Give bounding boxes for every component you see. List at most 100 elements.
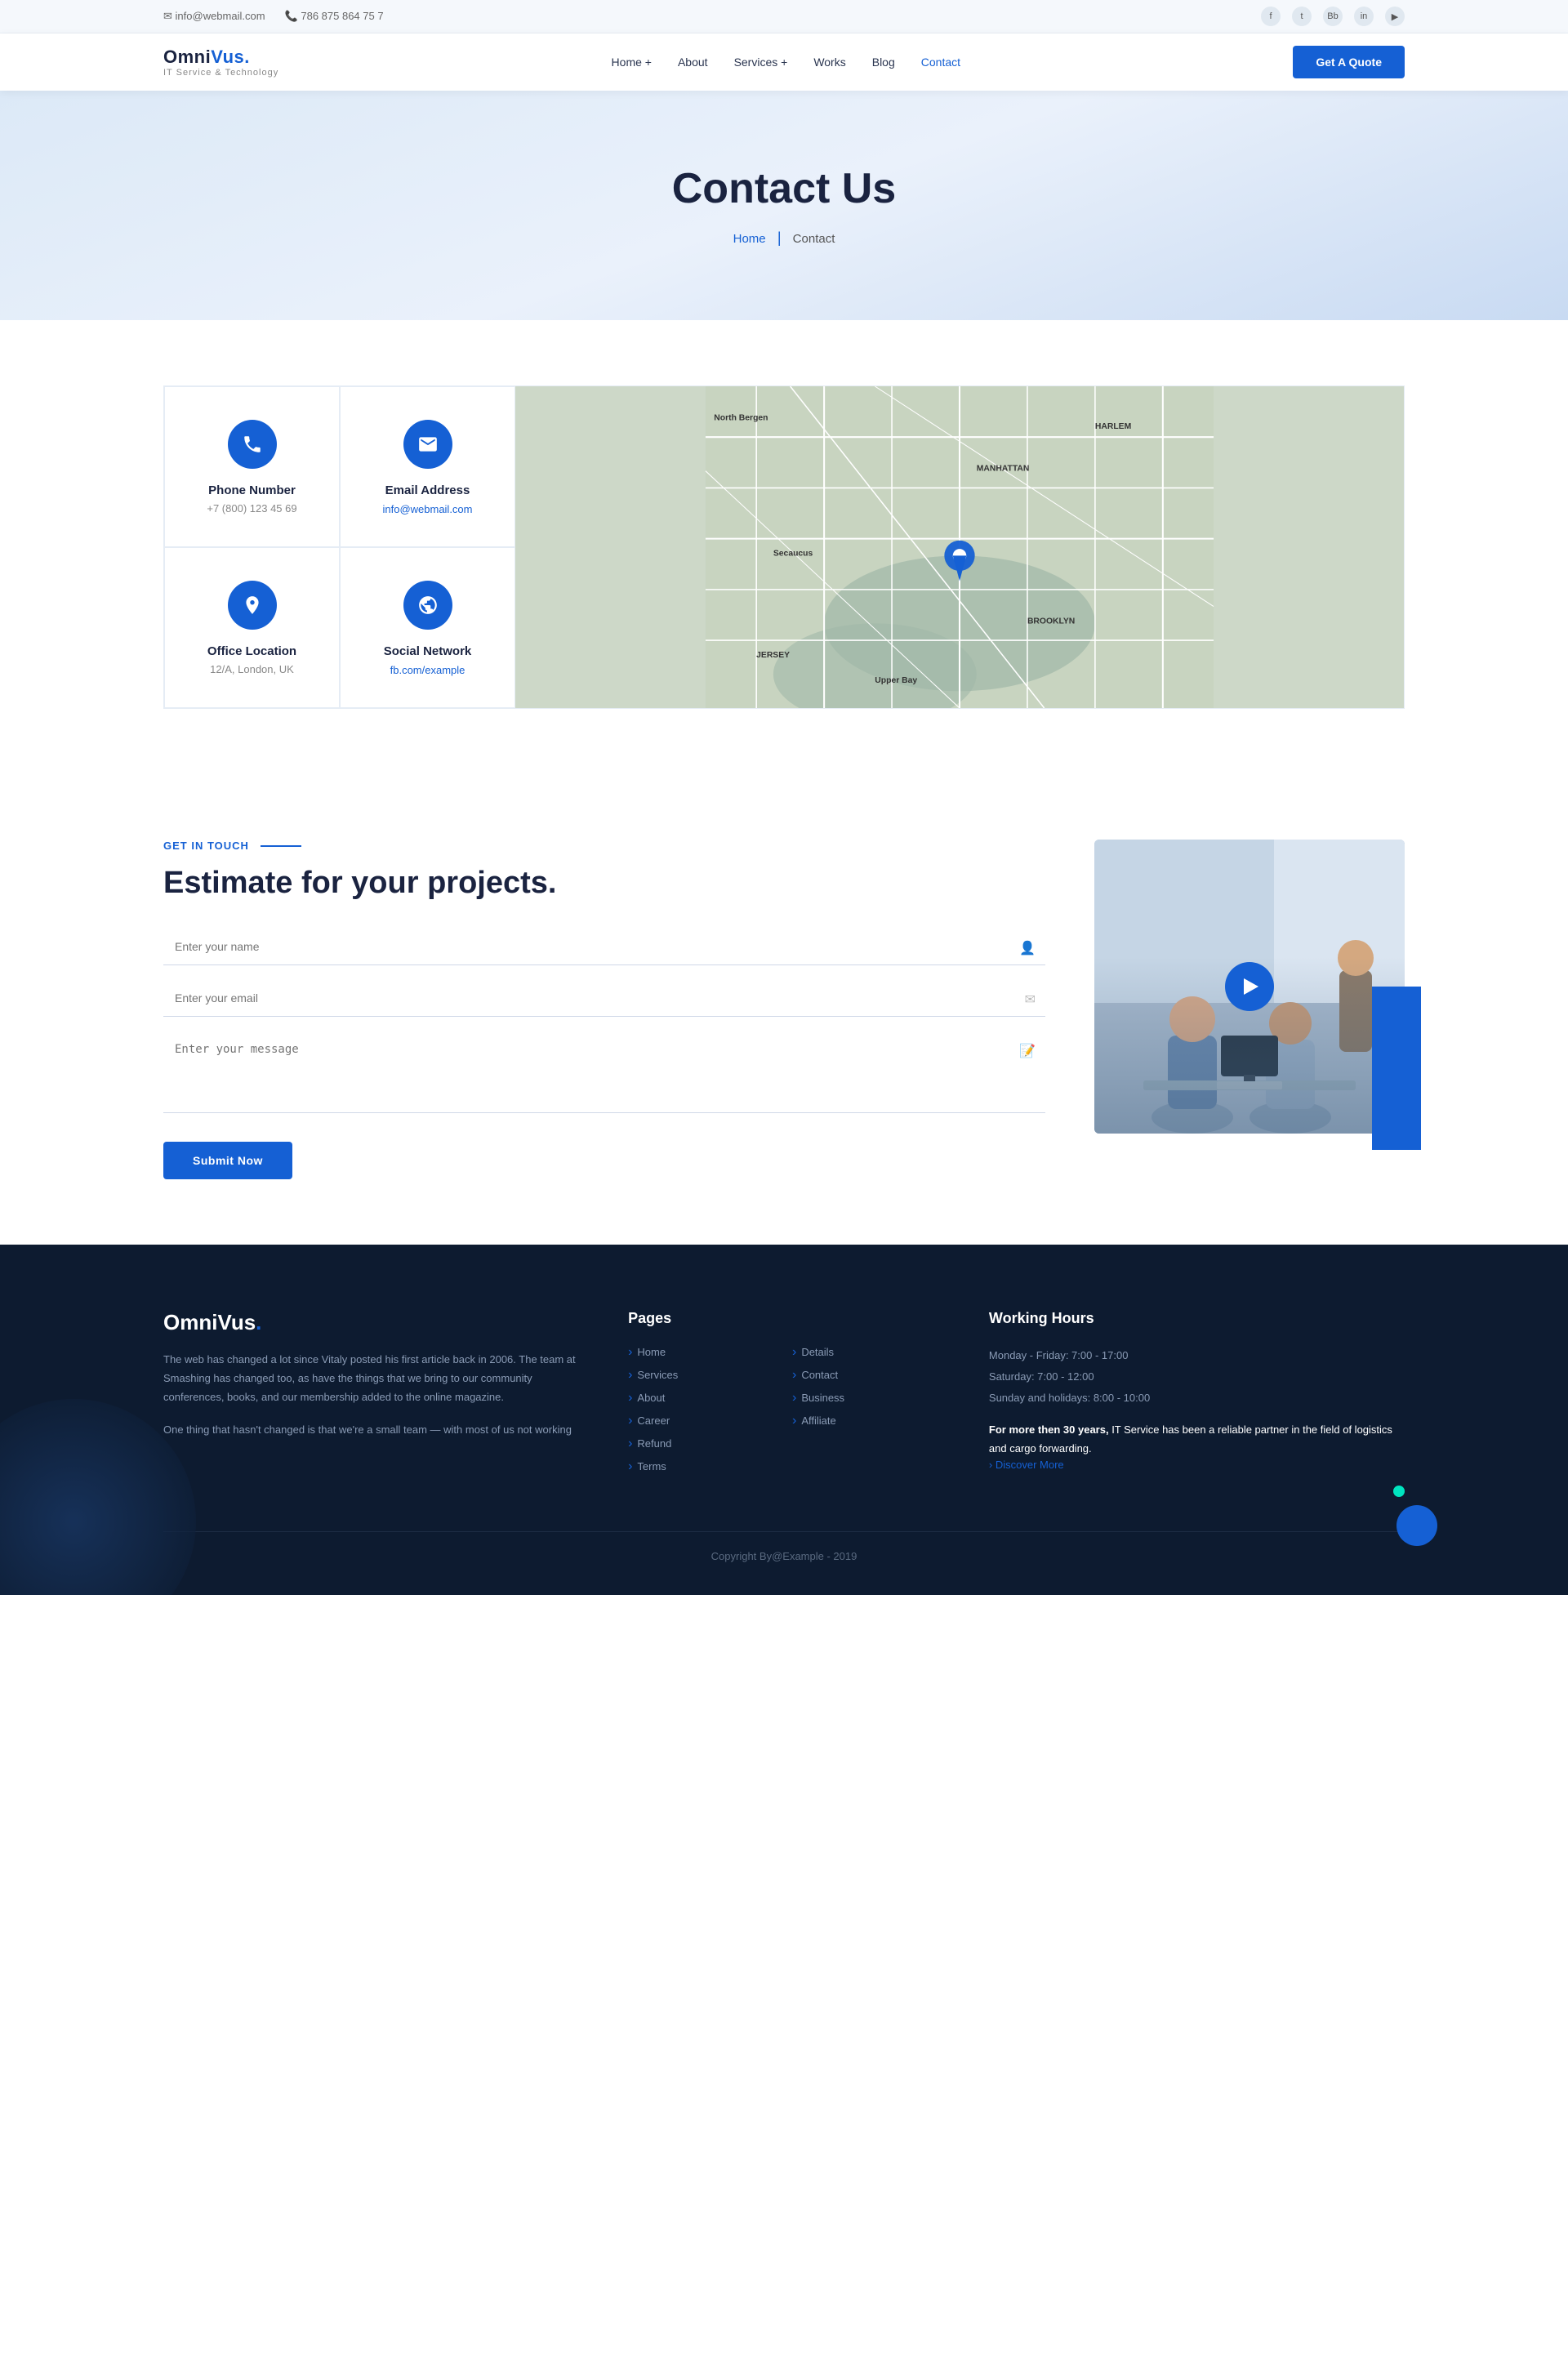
email-card-title: Email Address	[360, 483, 495, 497]
get-quote-button[interactable]: Get A Quote	[1293, 46, 1405, 78]
svg-text:BROOKLYN: BROOKLYN	[1027, 617, 1075, 626]
email-icon	[417, 434, 439, 455]
globe-icon	[417, 595, 439, 616]
play-button[interactable]	[1225, 962, 1274, 1011]
top-bar-contact: ✉ info@webmail.com 📞 786 875 864 75 7	[163, 10, 384, 23]
footer-link-business[interactable]: Business	[792, 1391, 940, 1406]
estimate-form-side: Get In Touch Estimate for your projects.…	[163, 840, 1045, 1179]
estimate-inner: Get In Touch Estimate for your projects.…	[163, 840, 1405, 1179]
linkedin-icon[interactable]: in	[1354, 7, 1374, 26]
footer-pages: Pages Home Services About Career Refund …	[628, 1310, 940, 1482]
message-input[interactable]	[163, 1031, 1045, 1113]
map-svg: MANHATTAN Secaucus BROOKLYN JERSEY Upper…	[515, 386, 1404, 708]
svg-text:JERSEY: JERSEY	[756, 651, 790, 660]
footer-links-grid: Home Services About Career Refund Terms …	[628, 1345, 940, 1482]
footer-link-career[interactable]: Career	[628, 1414, 776, 1428]
list-item: Refund	[628, 1437, 776, 1451]
office-card: Office Location 12/A, London, UK	[164, 547, 340, 708]
footer-link-services[interactable]: Services	[628, 1368, 776, 1383]
phone-card-value: +7 (800) 123 45 69	[185, 502, 319, 515]
svg-text:MANHATTAN: MANHATTAN	[977, 465, 1030, 474]
footer-link-affiliate[interactable]: Affiliate	[792, 1414, 940, 1428]
office-card-title: Office Location	[185, 644, 319, 658]
footer-link-contact[interactable]: Contact	[792, 1368, 940, 1383]
team-image	[1094, 840, 1405, 1134]
name-field-wrap: 👤	[163, 929, 1045, 965]
footer-link-refund[interactable]: Refund	[628, 1437, 776, 1451]
footer-link-terms[interactable]: Terms	[628, 1459, 776, 1474]
nav-contact[interactable]: Contact	[921, 56, 960, 69]
email-card-value[interactable]: info@webmail.com	[382, 503, 472, 515]
office-icon-circle	[228, 581, 277, 630]
footer-bottom: Copyright By@Example - 2019	[163, 1531, 1405, 1562]
footer-link-about[interactable]: About	[628, 1391, 776, 1406]
footer-link-home[interactable]: Home	[628, 1345, 776, 1360]
footer: OmniVus. The web has changed a lot since…	[0, 1245, 1568, 1595]
svg-text:Upper Bay: Upper Bay	[875, 676, 917, 685]
footer-links-col2: Details Contact Business Affiliate	[792, 1345, 940, 1482]
hours-mon-fri: Monday - Friday: 7:00 - 17:00	[989, 1345, 1405, 1366]
footer-logo: OmniVus.	[163, 1310, 579, 1335]
twitter-icon[interactable]: t	[1292, 7, 1312, 26]
footer-link-details[interactable]: Details	[792, 1345, 940, 1360]
message-icon: 📝	[1019, 1043, 1036, 1059]
list-item: About	[628, 1391, 776, 1406]
email-card: Email Address info@webmail.com	[340, 386, 515, 547]
list-item: Services	[628, 1368, 776, 1383]
email-info: ✉ info@webmail.com	[163, 10, 265, 23]
footer-blue-dot	[1396, 1505, 1437, 1546]
copyright: Copyright By@Example - 2019	[711, 1550, 858, 1562]
logo: OmniVus. IT Service & Technology	[163, 47, 278, 78]
discover-more-link[interactable]: › Discover More	[989, 1459, 1064, 1471]
breadcrumb: Home | Contact	[0, 229, 1568, 247]
name-input[interactable]	[163, 929, 1045, 965]
contact-cards-grid: Phone Number +7 (800) 123 45 69 Email Ad…	[164, 386, 515, 708]
top-bar: ✉ info@webmail.com 📞 786 875 864 75 7 f …	[0, 0, 1568, 33]
facebook-icon[interactable]: f	[1261, 7, 1281, 26]
svg-text:Secaucus: Secaucus	[773, 549, 813, 558]
social-icon-circle	[403, 581, 452, 630]
behance-icon[interactable]: Bb	[1323, 7, 1343, 26]
footer-brand: OmniVus. The web has changed a lot since…	[163, 1310, 579, 1482]
email-field-icon: ✉	[1025, 991, 1036, 1008]
nav-works[interactable]: Works	[813, 56, 845, 69]
location-icon	[242, 595, 263, 616]
nav-blog[interactable]: Blog	[872, 56, 895, 69]
footer-desc-1: The web has changed a lot since Vitaly p…	[163, 1350, 579, 1407]
list-item: Terms	[628, 1459, 776, 1474]
svg-text:HARLEM: HARLEM	[1095, 422, 1131, 431]
social-card-value[interactable]: fb.com/example	[390, 664, 466, 676]
logo-name: OmniVus.	[163, 47, 278, 68]
footer-hours: Working Hours Monday - Friday: 7:00 - 17…	[989, 1310, 1405, 1482]
submit-button[interactable]: Submit Now	[163, 1142, 292, 1179]
footer-pages-title: Pages	[628, 1310, 940, 1327]
map-container: MANHATTAN Secaucus BROOKLYN JERSEY Upper…	[515, 386, 1404, 708]
social-links: f t Bb in ▶	[1261, 7, 1405, 26]
contact-section: Phone Number +7 (800) 123 45 69 Email Ad…	[0, 320, 1568, 774]
phone-icon-circle	[228, 420, 277, 469]
social-card-title: Social Network	[360, 644, 495, 658]
youtube-icon[interactable]: ▶	[1385, 7, 1405, 26]
footer-links-col1: Home Services About Career Refund Terms	[628, 1345, 776, 1482]
message-field-wrap: 📝	[163, 1031, 1045, 1117]
email-icon: ✉	[163, 10, 172, 22]
footer-desc-2: One thing that hasn't changed is that we…	[163, 1420, 579, 1439]
list-item: Contact	[792, 1368, 940, 1383]
office-card-value: 12/A, London, UK	[185, 663, 319, 675]
user-icon: 👤	[1019, 940, 1036, 956]
section-tag: Get In Touch	[163, 840, 1045, 852]
email-input[interactable]	[163, 980, 1045, 1017]
breadcrumb-home[interactable]: Home	[733, 232, 766, 246]
nav-services[interactable]: Services +	[734, 56, 788, 69]
footer-grid: OmniVus. The web has changed a lot since…	[163, 1310, 1405, 1482]
phone-icon: 📞	[285, 10, 298, 22]
nav-home[interactable]: Home +	[612, 56, 652, 69]
estimate-title: Estimate for your projects.	[163, 865, 1045, 902]
breadcrumb-current: Contact	[793, 232, 835, 246]
social-card: Social Network fb.com/example	[340, 547, 515, 708]
email-field-wrap: ✉	[163, 980, 1045, 1017]
page-title: Contact Us	[0, 164, 1568, 213]
footer-hours-title: Working Hours	[989, 1310, 1405, 1327]
phone-info: 📞 786 875 864 75 7	[285, 10, 384, 23]
nav-about[interactable]: About	[678, 56, 708, 69]
